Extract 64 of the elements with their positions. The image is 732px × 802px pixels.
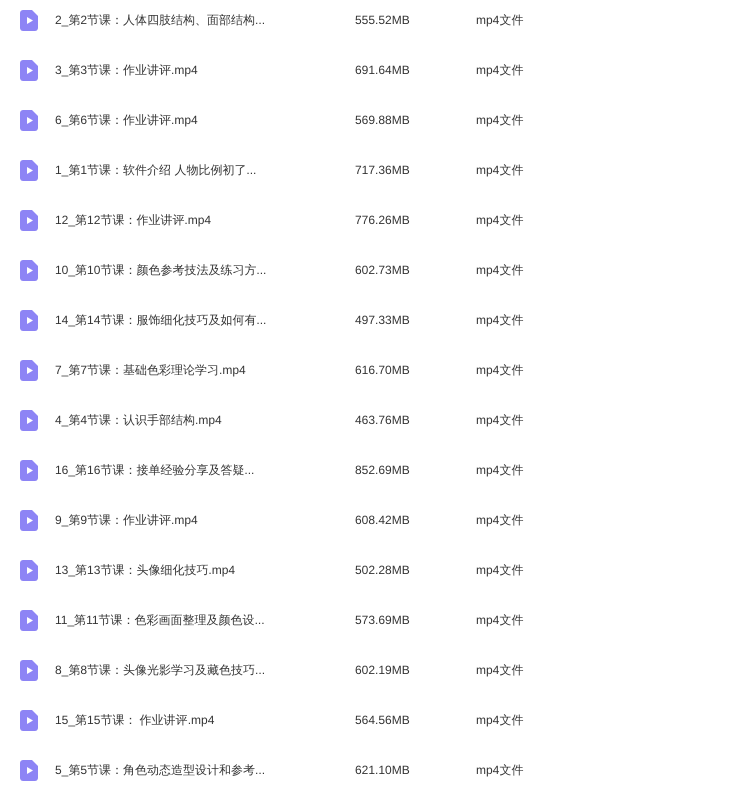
- file-size: 608.42MB: [355, 512, 411, 529]
- file-type: mp4文件: [476, 512, 524, 529]
- video-file-icon: [20, 510, 38, 530]
- video-file-icon: [20, 210, 38, 230]
- file-type: mp4文件: [476, 662, 524, 679]
- file-name[interactable]: 9_第9节课：作业讲评.mp4: [55, 511, 355, 529]
- video-file-icon: [20, 60, 38, 80]
- file-size: 717.36MB: [355, 162, 411, 179]
- file-type: mp4文件: [476, 712, 524, 729]
- file-name[interactable]: 13_第13节课：头像细化技巧.mp4: [55, 561, 355, 579]
- video-file-icon: [20, 360, 38, 380]
- file-name[interactable]: 11_第11节课：色彩画面整理及颜色设...: [55, 611, 355, 629]
- file-size: 776.26MB: [355, 212, 411, 229]
- file-type: mp4文件: [476, 462, 524, 479]
- file-size: 564.56MB: [355, 712, 411, 729]
- video-file-icon: [20, 660, 38, 680]
- video-file-icon: [20, 710, 38, 730]
- file-size: 602.73MB: [355, 262, 411, 279]
- video-file-icon: [20, 460, 38, 480]
- video-file-icon: [20, 610, 38, 630]
- video-file-icon: [20, 560, 38, 580]
- file-name[interactable]: 12_第12节课：作业讲评.mp4: [55, 211, 355, 229]
- video-file-icon: [20, 310, 38, 330]
- file-size: 691.64MB: [355, 62, 411, 79]
- file-type: mp4文件: [476, 212, 524, 229]
- file-name[interactable]: 6_第6节课：作业讲评.mp4: [55, 111, 355, 129]
- file-type: mp4文件: [476, 12, 524, 29]
- file-type: mp4文件: [476, 62, 524, 79]
- file-name[interactable]: 5_第5节课：角色动态造型设计和参考...: [55, 761, 355, 779]
- file-size: 573.69MB: [355, 612, 411, 629]
- file-size: 497.33MB: [355, 312, 411, 329]
- video-file-icon: [20, 760, 38, 780]
- file-type: mp4文件: [476, 162, 524, 179]
- file-name[interactable]: 14_第14节课：服饰细化技巧及如何有...: [55, 311, 355, 329]
- file-size: 463.76MB: [355, 412, 411, 429]
- file-size: 569.88MB: [355, 112, 411, 129]
- file-name[interactable]: 1_第1节课：软件介绍 人物比例初了...: [55, 161, 355, 179]
- file-name[interactable]: 16_第16节课：接单经验分享及答疑...: [55, 461, 355, 479]
- file-name[interactable]: 3_第3节课：作业讲评.mp4: [55, 61, 355, 79]
- file-type: mp4文件: [476, 612, 524, 629]
- video-file-icon: [20, 110, 38, 130]
- video-file-icon: [20, 10, 38, 30]
- file-size: 852.69MB: [355, 462, 411, 479]
- video-file-icon: [20, 410, 38, 430]
- video-file-icon: [20, 260, 38, 280]
- file-name[interactable]: 4_第4节课：认识手部结构.mp4: [55, 411, 355, 429]
- file-name[interactable]: 10_第10节课：颜色参考技法及练习方...: [55, 261, 355, 279]
- file-name[interactable]: 15_第15节课： 作业讲评.mp4: [55, 711, 355, 729]
- file-size: 621.10MB: [355, 762, 411, 779]
- file-type: mp4文件: [476, 112, 524, 129]
- video-file-icon: [20, 160, 38, 180]
- file-type: mp4文件: [476, 562, 524, 579]
- file-size: 502.28MB: [355, 562, 411, 579]
- file-name[interactable]: 8_第8节课：头像光影学习及藏色技巧...: [55, 661, 355, 679]
- file-size: 616.70MB: [355, 362, 411, 379]
- file-size: 555.52MB: [355, 12, 411, 29]
- file-name[interactable]: 2_第2节课：人体四肢结构、面部结构...: [55, 11, 355, 29]
- file-type: mp4文件: [476, 362, 524, 379]
- file-type: mp4文件: [476, 262, 524, 279]
- file-type: mp4文件: [476, 312, 524, 329]
- file-size: 602.19MB: [355, 662, 411, 679]
- file-type: mp4文件: [476, 412, 524, 429]
- file-type: mp4文件: [476, 762, 524, 779]
- file-name[interactable]: 7_第7节课：基础色彩理论学习.mp4: [55, 361, 355, 379]
